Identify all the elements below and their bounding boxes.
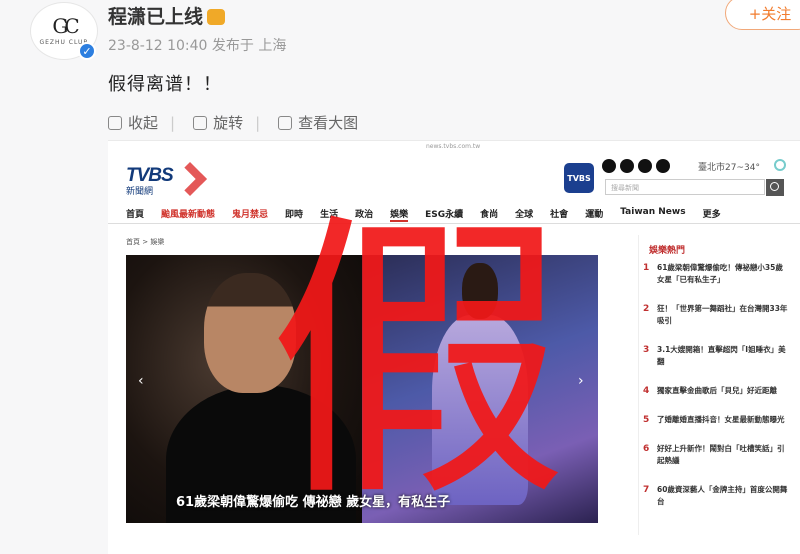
divider: |	[170, 113, 176, 132]
view-image-button[interactable]: 查看大图	[278, 112, 358, 133]
rank-number: 7	[643, 485, 650, 495]
post-image[interactable]: news.tvbs.com.tw TVBS 新聞網 TVBS 臺北市27~34°…	[108, 140, 800, 554]
follow-button[interactable]: +关注	[725, 0, 800, 30]
hot-list: 1 61歲梁朝偉驚爆偷吃！傳祕戀小35歲女星「已有私生子」 2 狂！「世界第一舞蹈社…	[639, 262, 790, 508]
weather-text: 臺北市27~34°	[698, 163, 760, 173]
collapse-icon	[108, 115, 122, 130]
list-item: 4 獨家直擊金曲歌后「貝兒」好近距離	[643, 385, 790, 397]
image-toolbar: 收起 | 旋转 | 查看大图	[108, 112, 358, 133]
rank-number: 6	[643, 444, 650, 454]
sidebar-hot-list: 娛樂熱門 1 61歲梁朝偉驚爆偷吃！傳祕戀小35歲女星「已有私生子」 2 狂！「世界…	[638, 235, 790, 535]
tvbs-logo: TVBS 新聞網	[126, 162, 207, 197]
rank-number: 3	[643, 345, 650, 355]
news-search-input: 搜尋新聞	[605, 179, 765, 195]
post-meta: 23-8-12 10:40 发布于 上海	[108, 38, 287, 54]
rank-number: 4	[643, 386, 650, 396]
list-item: 7 60歲資深藝人「金牌主持」首度公開舞台	[643, 484, 790, 508]
social-icons	[602, 159, 670, 173]
nav-item: 首頁	[126, 210, 145, 220]
username[interactable]: 程潇已上线	[108, 2, 226, 29]
crown-icon	[207, 9, 226, 25]
nav-item: Taiwan News	[620, 207, 686, 217]
list-item-text: 3.1大嫂開箱！直擊超閃「I姐睡衣」美翻	[657, 345, 786, 366]
chevron-right-icon: ›	[578, 373, 584, 389]
list-item: 1 61歲梁朝偉驚爆偷吃！傳祕戀小35歲女星「已有私生子」	[643, 262, 790, 286]
collapse-label: 收起	[128, 114, 159, 132]
youtube-icon	[620, 159, 634, 173]
rank-number: 5	[643, 415, 650, 425]
line-icon	[638, 159, 652, 173]
chevron-left-icon: ‹	[138, 373, 144, 389]
list-item-text: 了婚離婚直播抖音！女星最新動態曝光	[657, 415, 785, 424]
facebook-icon	[602, 159, 616, 173]
fake-stamp: 假	[268, 188, 568, 537]
verified-badge-icon: ✓	[78, 42, 96, 60]
tvbs-logo-text: TVBS	[126, 165, 174, 186]
rotate-label: 旋转	[213, 114, 244, 132]
weather-icon	[774, 159, 786, 171]
list-item: 3 3.1大嫂開箱！直擊超閃「I姐睡衣」美翻	[643, 344, 790, 368]
rotate-icon	[193, 115, 208, 130]
username-text: 程潇已上线	[108, 6, 204, 28]
rotate-button[interactable]: 旋转 |	[193, 112, 260, 133]
post-text: 假得离谱！！	[108, 74, 222, 95]
twitter-icon	[656, 159, 670, 173]
avatar-logo: GC	[52, 14, 79, 38]
list-item: 5 了婚離婚直播抖音！女星最新動態曝光	[643, 414, 790, 426]
view-image-label: 查看大图	[298, 114, 359, 132]
list-item: 6 好好上升新作！鬧對白「吐槽笑話」引起熱議	[643, 443, 790, 467]
search-icon	[766, 179, 784, 196]
list-item-text: 狂！「世界第一舞蹈社」在台灣開33年吸引	[657, 304, 788, 325]
sidebar-title: 娛樂熱門	[649, 246, 686, 256]
list-item-text: 60歲資深藝人「金牌主持」首度公開舞台	[657, 485, 788, 506]
nav-item: 運動	[585, 210, 604, 220]
rank-number: 2	[643, 304, 650, 314]
app-badge-icon: TVBS	[564, 163, 594, 193]
list-item: 2 狂！「世界第一舞蹈社」在台灣開33年吸引	[643, 303, 790, 327]
breadcrumb: 首頁 > 娛樂	[126, 238, 165, 246]
divider: |	[255, 113, 261, 132]
rank-number: 1	[643, 263, 650, 273]
nav-item: 更多	[702, 210, 721, 220]
image-url: news.tvbs.com.tw	[426, 143, 481, 150]
view-image-icon	[278, 115, 293, 130]
list-item-text: 好好上升新作！鬧對白「吐槽笑話」引起熱議	[657, 444, 785, 465]
nav-item: 颱風最新動態	[161, 210, 216, 220]
list-item-text: 61歲梁朝偉驚爆偷吃！傳祕戀小35歲女星「已有私生子」	[657, 263, 783, 284]
nav-item: 鬼月禁忌	[232, 210, 269, 220]
list-item-text: 獨家直擊金曲歌后「貝兒」好近距離	[657, 386, 777, 395]
collapse-button[interactable]: 收起 |	[108, 112, 175, 133]
